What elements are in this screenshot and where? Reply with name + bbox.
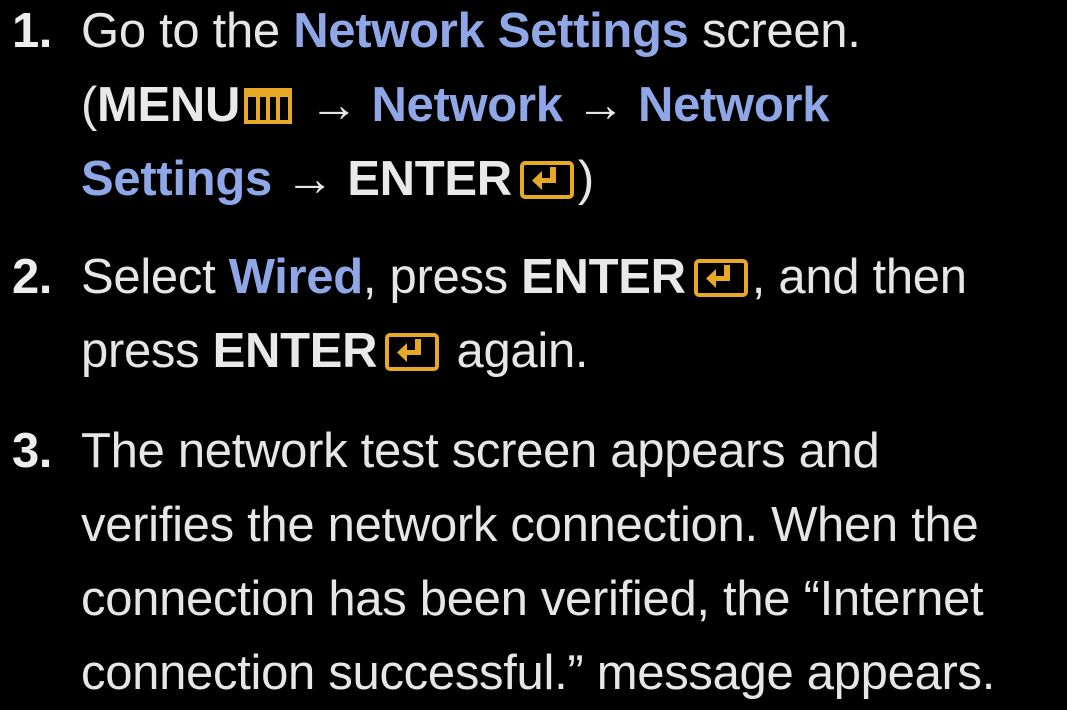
enter-icon xyxy=(693,259,748,297)
network-highlight: Network xyxy=(638,78,830,132)
step-text: Select Wired, press ENTER , and then pre… xyxy=(81,240,1065,388)
step-line: Go to the Network Settings screen. xyxy=(81,0,1065,68)
step-number: 3. xyxy=(12,424,52,478)
text-span: ( xyxy=(81,78,98,132)
settings-highlight: Settings xyxy=(81,152,272,206)
arrow-text: → xyxy=(271,152,348,206)
network-settings-highlight: Network Settings xyxy=(293,4,689,58)
step-text: The network test screen appears and veri… xyxy=(81,414,1065,710)
step-line: connection successful.” message appears. xyxy=(81,636,1065,710)
step-line: press ENTER again. xyxy=(81,314,1065,388)
text-span: The network test screen appears and xyxy=(81,424,880,478)
step-line: connection has been verified, the “Inter… xyxy=(81,562,1065,636)
text-span: again. xyxy=(443,324,589,378)
step-line: verifies the network connection. When th… xyxy=(81,488,1065,562)
text-span: connection has been verified, the “Inter… xyxy=(81,572,984,626)
enter-label: ENTER xyxy=(347,152,512,206)
wired-highlight: Wired xyxy=(228,250,363,304)
enter-label: ENTER xyxy=(212,324,378,378)
network-highlight: Network xyxy=(371,78,563,132)
text-span: Go to the xyxy=(81,4,294,58)
menu-label: MENU xyxy=(97,78,241,132)
step-line: The network test screen appears and xyxy=(81,414,1065,488)
text-span: press xyxy=(81,324,213,378)
arrow-text: → xyxy=(562,78,638,132)
enter-label: ENTER xyxy=(521,250,686,304)
text-span: Select xyxy=(81,250,229,304)
step-number: 2. xyxy=(12,250,52,304)
step-line: Settings → ENTER ) xyxy=(81,142,1065,216)
arrow-text: → xyxy=(296,78,372,132)
enter-icon xyxy=(385,333,440,371)
text-span: , press xyxy=(362,250,522,304)
step-number: 1. xyxy=(12,4,52,58)
text-span: connection successful.” message appears. xyxy=(81,646,996,700)
menu-icon xyxy=(244,88,293,124)
text-span: verifies the network connection. When th… xyxy=(81,498,979,552)
text-span: , and then xyxy=(751,250,967,304)
step-text: Go to the Network Settings screen. (MENU… xyxy=(81,0,1065,216)
text-span: ) xyxy=(577,152,594,206)
step-line: Select Wired, press ENTER , and then xyxy=(81,240,1065,314)
enter-icon xyxy=(519,161,574,199)
text-span: screen. xyxy=(688,4,861,58)
step-line: (MENU → Network → Network xyxy=(81,68,1065,142)
